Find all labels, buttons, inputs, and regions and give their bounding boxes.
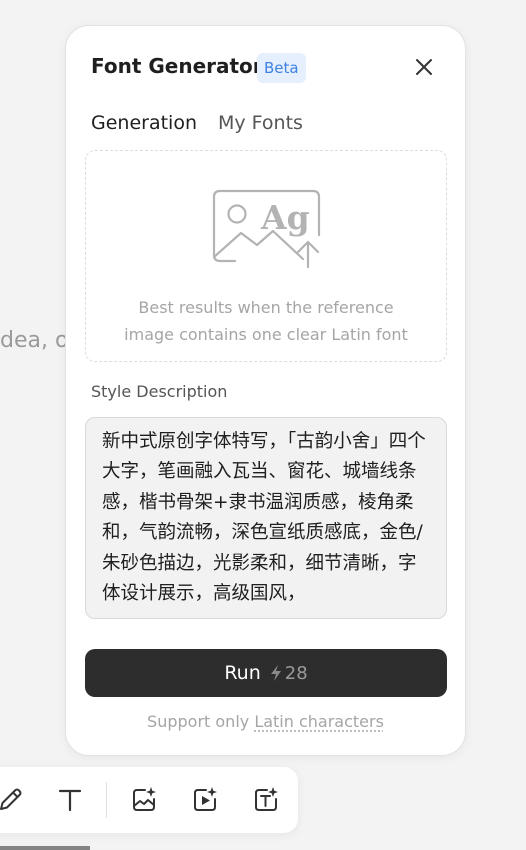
pen-icon: [0, 788, 22, 810]
canvas-edge-fragment: [0, 846, 90, 850]
ai-image-tool-button[interactable]: [129, 785, 159, 815]
text-ai-icon: [255, 787, 278, 811]
tab-generation[interactable]: Generation: [91, 112, 197, 134]
toolbar-divider: [106, 782, 107, 818]
bottom-toolbar: [0, 767, 298, 833]
upload-hint: Best results when the reference image co…: [124, 298, 408, 344]
style-description-label: Style Description: [91, 382, 228, 401]
image-ag-upload-icon: Ag: [212, 189, 321, 269]
style-description-input[interactable]: 新中式原创字体特写，「古韵小舍」四个大字，笔画融入瓦当、窗花、城墙线条感，楷书骨…: [85, 417, 447, 619]
text-tool-button[interactable]: [55, 785, 85, 815]
latin-characters-link[interactable]: Latin characters: [254, 712, 384, 731]
run-button[interactable]: Run 28: [85, 649, 447, 697]
font-generator-panel: Font Generator Beta Generation My Fonts …: [65, 25, 466, 756]
video-ai-icon: [194, 787, 217, 811]
pen-tool-button[interactable]: [0, 785, 25, 815]
beta-badge: Beta: [257, 53, 306, 83]
svg-text:Ag: Ag: [260, 198, 310, 237]
reference-image-upload-area[interactable]: Ag Best results when the reference image…: [85, 150, 447, 362]
ai-video-tool-button[interactable]: [190, 785, 220, 815]
run-cost: 28: [284, 662, 308, 684]
text-icon: [58, 789, 82, 812]
close-icon: [416, 59, 432, 75]
canvas-background-text: dea, o: [0, 328, 69, 353]
close-button[interactable]: [412, 55, 436, 79]
panel-title: Font Generator: [91, 54, 263, 78]
bolt-icon: [270, 665, 281, 681]
run-button-label: Run: [224, 662, 261, 684]
ai-text-tool-button[interactable]: [251, 785, 281, 815]
tab-my-fonts[interactable]: My Fonts: [218, 112, 303, 134]
image-ai-icon: [133, 787, 156, 811]
footer-note: Support only Latin characters: [147, 712, 384, 731]
